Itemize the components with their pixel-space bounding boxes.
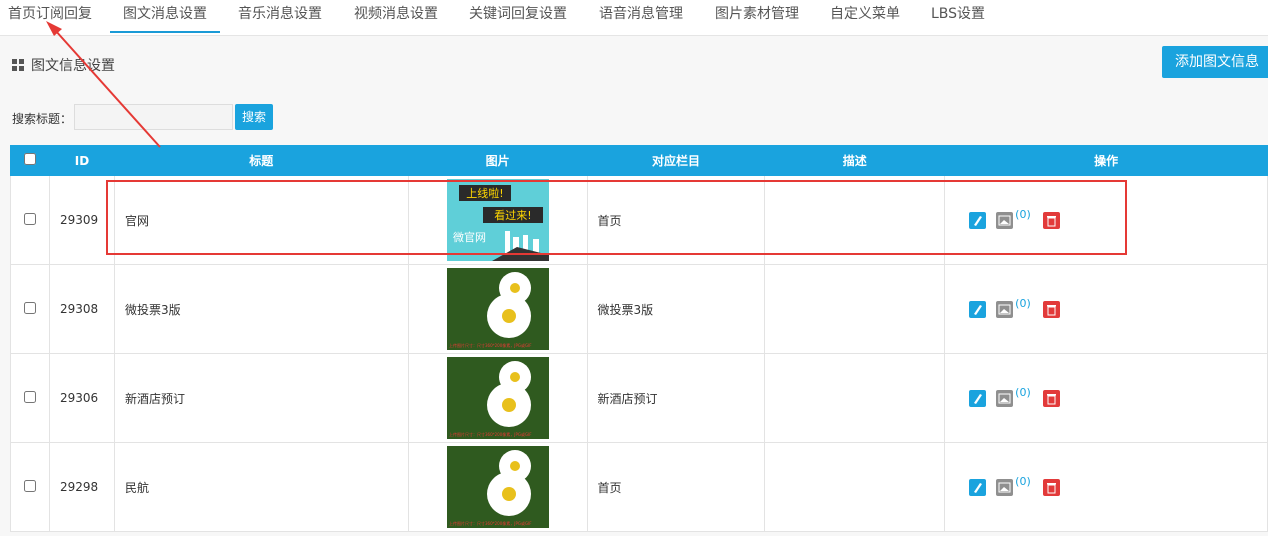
row-checkbox[interactable] <box>23 390 36 403</box>
search-button[interactable]: 搜索 <box>235 104 273 130</box>
row-description <box>764 175 946 265</box>
row-id: 29308 <box>48 264 115 354</box>
daisy-thumbnail: 上传图片尺寸：尺寸360*200像素，JPG或GIF <box>446 357 549 439</box>
tab-image-assets[interactable]: 图片素材管理 <box>715 0 799 36</box>
edit-icon[interactable] <box>969 478 987 496</box>
delete-icon[interactable] <box>1042 389 1060 407</box>
row-checkbox[interactable] <box>23 301 36 314</box>
image-count: (0) <box>1015 207 1031 221</box>
thumb-text-1: 上线啦! <box>466 186 503 200</box>
delete-icon[interactable] <box>1042 211 1060 229</box>
row-column: 新酒店预订 <box>586 353 766 443</box>
row-image: 上传图片尺寸：尺寸360*200像素，JPG或GIF <box>407 264 588 354</box>
row-id: 29309 <box>48 175 115 265</box>
daisy-thumbnail: 上传图片尺寸：尺寸360*200像素，JPG或GIF <box>446 446 549 528</box>
row-actions: (0) <box>944 175 1268 265</box>
select-all-header <box>10 145 50 176</box>
image-count: (0) <box>1015 474 1031 488</box>
thumb-caption: 上传图片尺寸：尺寸360*200像素，JPG或GIF <box>449 342 532 348</box>
image-icon[interactable] <box>996 300 1014 318</box>
row-checkbox-cell <box>10 175 50 265</box>
row-checkbox[interactable] <box>23 479 36 492</box>
header-description: 描述 <box>764 145 946 176</box>
row-actions: (0) <box>944 353 1268 443</box>
header-column: 对应栏目 <box>586 145 766 176</box>
row-actions: (0) <box>944 442 1268 532</box>
tab-home-reply[interactable]: 首页订阅回复 <box>8 0 92 36</box>
row-description <box>764 442 946 532</box>
edit-icon[interactable] <box>969 300 987 318</box>
row-title: 新酒店预订 <box>113 353 409 443</box>
table-row: 29298 民航 上传图片尺寸：尺寸360*200像素，JPG或GIF 首页 (… <box>10 442 1268 532</box>
thumb-caption: 上传图片尺寸：尺寸360*200像素，JPG或GIF <box>449 431 532 437</box>
edit-icon[interactable] <box>969 389 987 407</box>
thumb-caption: 上传图片尺寸：尺寸360*200像素，JPG或GIF <box>449 520 532 526</box>
search-label: 搜索标题： <box>12 112 73 126</box>
section-title: 图文信息设置 <box>12 55 115 75</box>
table-row: 29309 官网 上线啦! 看过来! 微官网 首页 (0) <box>10 175 1268 265</box>
image-count: (0) <box>1015 296 1031 310</box>
row-checkbox-cell <box>10 264 50 354</box>
row-checkbox-cell <box>10 353 50 443</box>
website-thumbnail: 上线啦! 看过来! 微官网 <box>446 179 549 261</box>
row-checkbox[interactable] <box>23 212 36 225</box>
row-image: 上传图片尺寸：尺寸360*200像素，JPG或GIF <box>407 442 588 532</box>
row-title: 微投票3版 <box>113 264 409 354</box>
image-icon[interactable] <box>996 389 1014 407</box>
header-id: ID <box>48 145 115 176</box>
header-actions: 操作 <box>944 145 1268 176</box>
section-title-text: 图文信息设置 <box>31 58 115 74</box>
row-column: 微投票3版 <box>586 264 766 354</box>
table-header-row: ID 标题 图片 对应栏目 描述 操作 <box>10 145 1268 176</box>
tab-custom-menu[interactable]: 自定义菜单 <box>830 0 900 36</box>
delete-icon[interactable] <box>1042 478 1060 496</box>
row-column: 首页 <box>586 442 766 532</box>
edit-icon[interactable] <box>969 211 987 229</box>
data-table: ID 标题 图片 对应栏目 描述 操作 29309 官网 上线啦! 看过来! 微… <box>10 145 1268 532</box>
search-input[interactable] <box>74 104 233 130</box>
tab-keyword[interactable]: 关键词回复设置 <box>469 0 567 36</box>
tab-lbs[interactable]: LBS设置 <box>931 0 985 36</box>
grid-icon <box>12 59 24 71</box>
tab-bar: 首页订阅回复 图文消息设置 音乐消息设置 视频消息设置 关键词回复设置 语音消息… <box>0 0 1268 36</box>
row-checkbox-cell <box>10 442 50 532</box>
select-all-checkbox[interactable] <box>23 153 36 165</box>
row-description <box>764 264 946 354</box>
row-id: 29306 <box>48 353 115 443</box>
header-image: 图片 <box>407 145 588 176</box>
row-title: 民航 <box>113 442 409 532</box>
table-row: 29308 微投票3版 上传图片尺寸：尺寸360*200像素，JPG或GIF 微… <box>10 264 1268 354</box>
add-image-text-button[interactable]: 添加图文信息 <box>1162 46 1268 78</box>
daisy-thumbnail: 上传图片尺寸：尺寸360*200像素，JPG或GIF <box>446 268 549 350</box>
thumb-text-3: 微官网 <box>453 230 486 244</box>
image-icon[interactable] <box>996 211 1014 229</box>
row-title: 官网 <box>113 175 409 265</box>
delete-icon[interactable] <box>1042 300 1060 318</box>
row-column: 首页 <box>586 175 766 265</box>
row-actions: (0) <box>944 264 1268 354</box>
table-row: 29306 新酒店预订 上传图片尺寸：尺寸360*200像素，JPG或GIF 新… <box>10 353 1268 443</box>
tab-video[interactable]: 视频消息设置 <box>354 0 438 36</box>
thumb-text-2: 看过来! <box>494 208 531 222</box>
tab-voice[interactable]: 语音消息管理 <box>599 0 683 36</box>
row-description <box>764 353 946 443</box>
row-id: 29298 <box>48 442 115 532</box>
image-icon[interactable] <box>996 478 1014 496</box>
tab-music[interactable]: 音乐消息设置 <box>238 0 322 36</box>
tab-image-text[interactable]: 图文消息设置 <box>110 0 220 33</box>
image-count: (0) <box>1015 385 1031 399</box>
header-title: 标题 <box>113 145 409 176</box>
row-image: 上线啦! 看过来! 微官网 <box>407 175 588 265</box>
row-image: 上传图片尺寸：尺寸360*200像素，JPG或GIF <box>407 353 588 443</box>
